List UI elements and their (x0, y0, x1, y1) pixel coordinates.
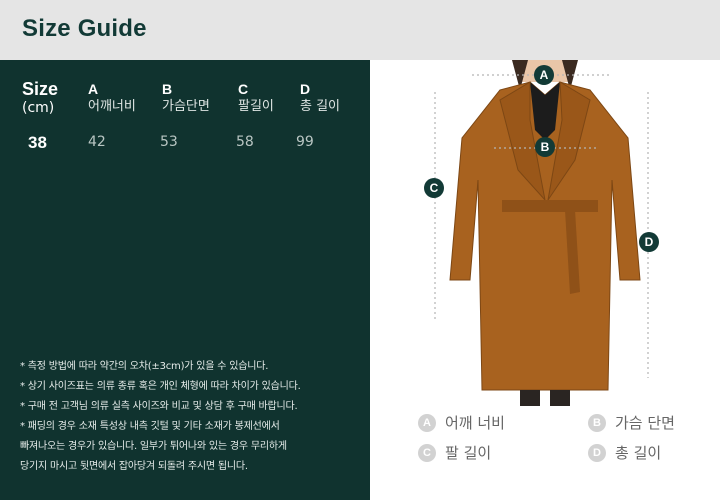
legend-label: 어깨 너비 (445, 414, 505, 432)
legend-marker-icon: C (418, 443, 436, 462)
measurement-d-value: 99 (296, 134, 314, 150)
page-title: Size Guide (22, 15, 147, 42)
column-letter: A (88, 81, 99, 97)
legend-item-a: A 어깨 너비 (418, 412, 505, 433)
legend-marker-icon: D (588, 443, 606, 462)
measurement-c-value: 58 (236, 134, 254, 150)
note-line: * 측정 방법에 따라 약간의 오차(±3cm)가 있을 수 있습니다. (20, 361, 269, 372)
page-header: Size Guide (0, 0, 720, 60)
unit-label: (cm) (22, 100, 55, 116)
row-size-value: 38 (28, 133, 47, 152)
size-header-cell: Size (cm) (22, 79, 58, 117)
legend-item-b: B 가슴 단면 (588, 412, 675, 433)
measurement-b-value: 53 (160, 134, 178, 150)
column-name: 팔길이 (238, 99, 274, 114)
note-line: * 구매 전 고객님 의류 실측 사이즈와 비교 및 상담 후 구매 바랍니다. (20, 401, 298, 412)
legend-item-c: C 팔 길이 (418, 442, 491, 463)
column-letter: D (300, 81, 311, 97)
column-letter: B (162, 81, 173, 97)
column-letter: C (238, 81, 249, 97)
legend-marker-icon: A (418, 413, 436, 432)
size-notes: * 측정 방법에 따라 약간의 오차(±3cm)가 있을 수 있습니다. * 상… (20, 357, 360, 477)
column-header-b: B 가슴단면 (162, 80, 210, 116)
coat-figure: A B C D A 어깨 너비 B 가슴 단면 C 팔 길이 D 총 길이 (370, 60, 720, 500)
column-header-c: C 팔길이 (238, 80, 274, 116)
model-leg-left (520, 390, 540, 406)
legend-item-d: D 총 길이 (588, 442, 661, 463)
note-line: * 상기 사이즈표는 의류 종류 혹은 개인 체형에 따라 차이가 있습니다. (20, 381, 301, 392)
marker-d: D (639, 232, 659, 252)
marker-b: B (535, 137, 555, 157)
coat-belt (502, 200, 598, 212)
column-header-a: A 어깨너비 (88, 80, 136, 116)
legend-label: 가슴 단면 (615, 414, 675, 432)
column-name: 총 길이 (300, 99, 341, 114)
column-name: 가슴단면 (162, 99, 210, 114)
size-label: Size (22, 79, 59, 99)
legend-label: 총 길이 (615, 444, 662, 462)
note-line: * 패딩의 경우 소재 특성상 내측 깃털 및 기타 소재가 봉제선에서 (20, 421, 280, 432)
measurement-a-value: 42 (88, 134, 106, 150)
marker-c: C (424, 178, 444, 198)
note-line: 빠져나오는 경우가 있습니다. 일부가 튀어나와 있는 경우 무리하게 (20, 441, 287, 452)
column-name: 어깨너비 (88, 99, 136, 114)
legend-marker-icon: B (588, 413, 606, 432)
size-table-panel: Size (cm) A 어깨너비 B 가슴단면 C 팔길이 D 총 길이 38 … (0, 60, 370, 500)
coat-illustration (434, 60, 649, 406)
note-line: 당기지 마시고 뒷면에서 잡아당겨 되돌려 주시면 됩니다. (20, 461, 248, 472)
column-header-d: D 총 길이 (300, 80, 340, 116)
legend-label: 팔 길이 (445, 444, 492, 462)
marker-a: A (534, 65, 554, 85)
model-leg-right (550, 390, 570, 406)
